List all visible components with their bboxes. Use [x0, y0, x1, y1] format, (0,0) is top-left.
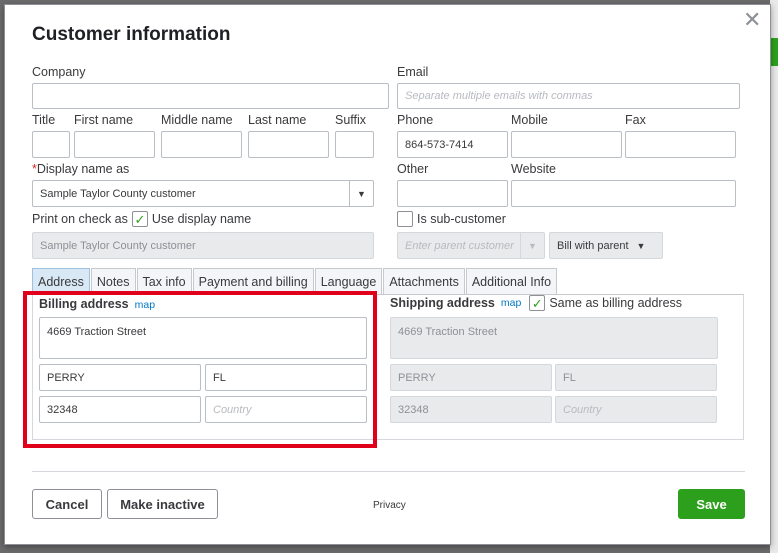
bill-with-parent-select: Bill with parent ▼	[549, 232, 663, 259]
display-name-select[interactable]: Sample Taylor County customer ▼	[32, 180, 374, 207]
sub-customer-row: Is sub-customer	[397, 211, 506, 227]
checkmark-icon: ✓	[531, 295, 543, 311]
email-input[interactable]: Separate multiple emails with commas	[397, 83, 740, 109]
parent-customer-select: Enter parent customer ▼	[397, 232, 545, 259]
save-button[interactable]: Save	[678, 489, 745, 519]
backdrop-page	[770, 0, 778, 553]
shipping-state-input: FL	[555, 364, 717, 391]
fax-label: Fax	[625, 113, 646, 127]
chevron-down-icon: ▼	[520, 233, 544, 258]
is-sub-customer-checkbox[interactable]	[397, 211, 413, 227]
phone-input[interactable]: 864-573-7414	[397, 131, 508, 158]
shipping-address-label: Shipping address	[390, 296, 495, 310]
cancel-button[interactable]: Cancel	[32, 489, 102, 519]
website-label: Website	[511, 162, 556, 176]
make-inactive-button[interactable]: Make inactive	[107, 489, 218, 519]
title-input[interactable]	[32, 131, 70, 158]
middle-name-label: Middle name	[161, 113, 233, 127]
other-input[interactable]	[397, 180, 508, 207]
billing-highlight-box	[23, 291, 377, 448]
shipping-country-input: Country	[555, 396, 717, 423]
close-icon[interactable]: ✕	[743, 9, 761, 31]
print-on-check-label: Print on check as	[32, 212, 128, 226]
first-name-label: First name	[74, 113, 134, 127]
title-label: Title	[32, 113, 56, 127]
first-name-input[interactable]	[74, 131, 155, 158]
suffix-label: Suffix	[335, 113, 367, 127]
display-name-value: Sample Taylor County customer	[40, 187, 196, 200]
parent-customer-placeholder: Enter parent customer	[405, 239, 514, 252]
footer-divider	[32, 471, 745, 472]
print-on-check-row: Print on check as ✓ Use display name	[32, 211, 251, 227]
shipping-map-link[interactable]: map	[501, 297, 521, 309]
suffix-input[interactable]	[335, 131, 374, 158]
shipping-street-input: 4669 Traction Street	[390, 317, 718, 359]
checkmark-icon: ✓	[134, 211, 146, 227]
middle-name-input[interactable]	[161, 131, 242, 158]
mobile-label: Mobile	[511, 113, 548, 127]
customer-info-dialog: Customer information ✕ Company Email Sep…	[4, 4, 771, 545]
display-name-label-text: Display name as	[36, 162, 130, 176]
privacy-link[interactable]: Privacy	[373, 500, 406, 511]
other-label: Other	[397, 162, 429, 176]
chevron-down-icon: ▼	[636, 240, 646, 251]
is-sub-customer-label: Is sub-customer	[417, 212, 506, 226]
tab-additional-info[interactable]: Additional Info	[465, 268, 558, 294]
bill-with-parent-value: Bill with parent	[557, 239, 629, 252]
phone-label: Phone	[397, 113, 434, 127]
same-as-billing-label: Same as billing address	[549, 296, 683, 310]
use-display-name-label: Use display name	[151, 212, 252, 226]
same-as-billing-checkbox[interactable]: ✓	[529, 295, 546, 311]
shipping-city-input: PERRY	[390, 364, 552, 391]
shipping-address-heading: Shipping address map ✓ Same as billing ad…	[390, 295, 682, 311]
mobile-input[interactable]	[511, 131, 622, 158]
company-label: Company	[32, 65, 86, 79]
use-display-name-checkbox[interactable]: ✓	[131, 211, 148, 227]
company-input[interactable]	[32, 83, 389, 109]
email-placeholder: Separate multiple emails with commas	[405, 90, 593, 102]
print-on-check-input: Sample Taylor County customer	[32, 232, 374, 259]
shipping-zip-input: 32348	[390, 396, 552, 423]
tab-attachments[interactable]: Attachments	[383, 268, 465, 294]
last-name-input[interactable]	[248, 131, 329, 158]
last-name-label: Last name	[248, 113, 307, 127]
fax-input[interactable]	[625, 131, 736, 158]
backdrop-accent	[770, 38, 778, 66]
chevron-down-icon[interactable]: ▼	[349, 181, 373, 206]
display-name-label: *Display name as	[32, 162, 129, 176]
shipping-country-placeholder: Country	[563, 403, 602, 416]
email-label: Email	[397, 65, 429, 79]
website-input[interactable]	[511, 180, 736, 207]
dialog-title: Customer information	[32, 24, 231, 45]
